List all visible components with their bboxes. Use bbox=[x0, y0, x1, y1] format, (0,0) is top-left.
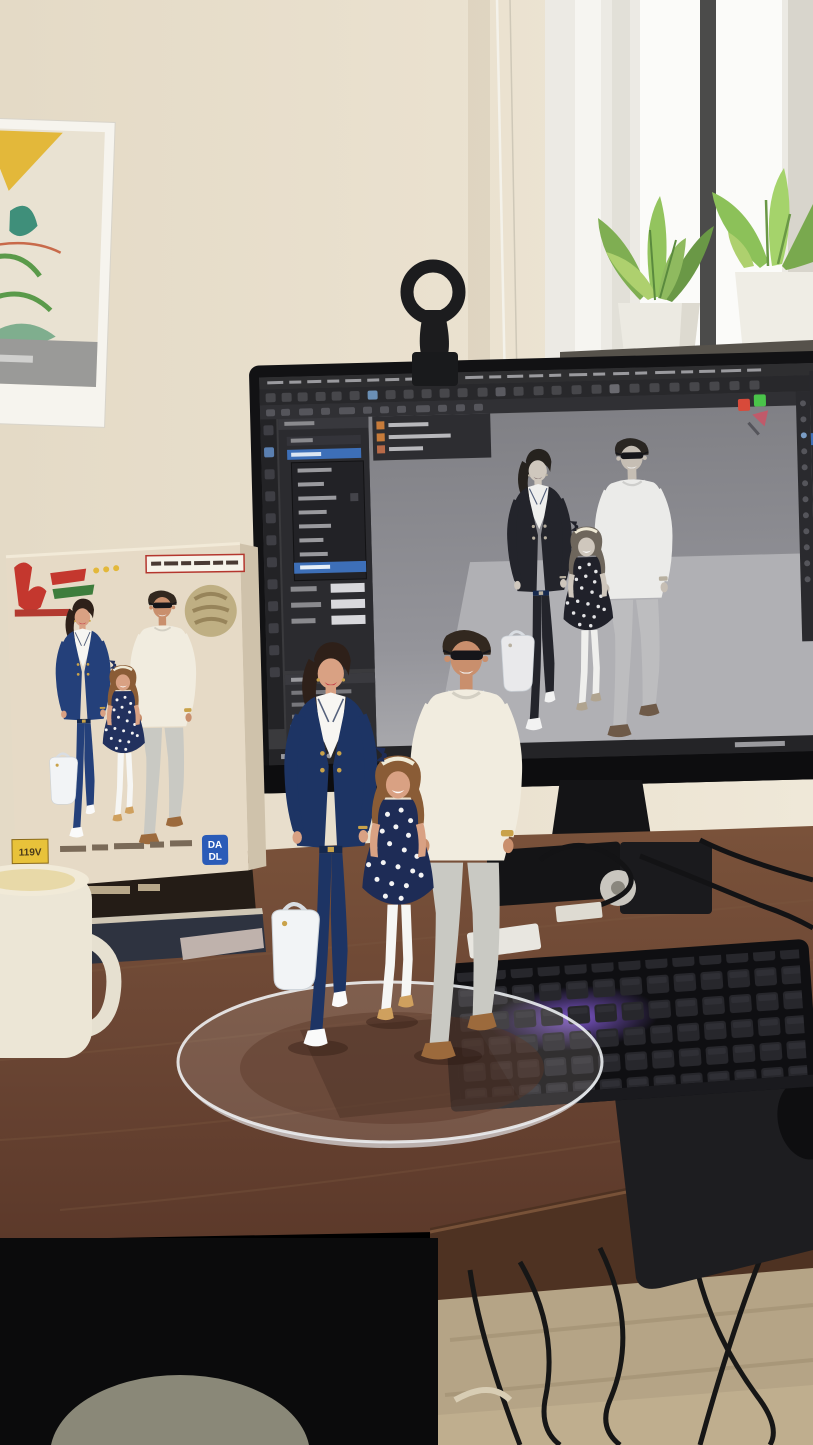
box-info-strip bbox=[146, 554, 244, 572]
figure-box: 119V DA DL bbox=[6, 543, 267, 890]
left-properties-panel[interactable] bbox=[278, 417, 375, 671]
box-maker-logo: DA DL bbox=[202, 835, 228, 865]
input-field[interactable] bbox=[331, 583, 365, 593]
maker-logo-line1: DA bbox=[208, 840, 223, 851]
price-badge-text: 119V bbox=[19, 847, 42, 858]
open-dropdown-menu[interactable] bbox=[291, 461, 366, 581]
photo-scene: 119V DA DL bbox=[0, 0, 813, 1445]
framed-poster bbox=[0, 118, 115, 428]
box-price-badge: 119V bbox=[12, 839, 48, 864]
wall-corner-shadow bbox=[468, 0, 490, 390]
input-field[interactable] bbox=[331, 599, 365, 609]
outliner-panel[interactable] bbox=[372, 414, 491, 461]
input-field[interactable] bbox=[331, 615, 365, 625]
maker-logo-line2: DL bbox=[208, 852, 221, 863]
